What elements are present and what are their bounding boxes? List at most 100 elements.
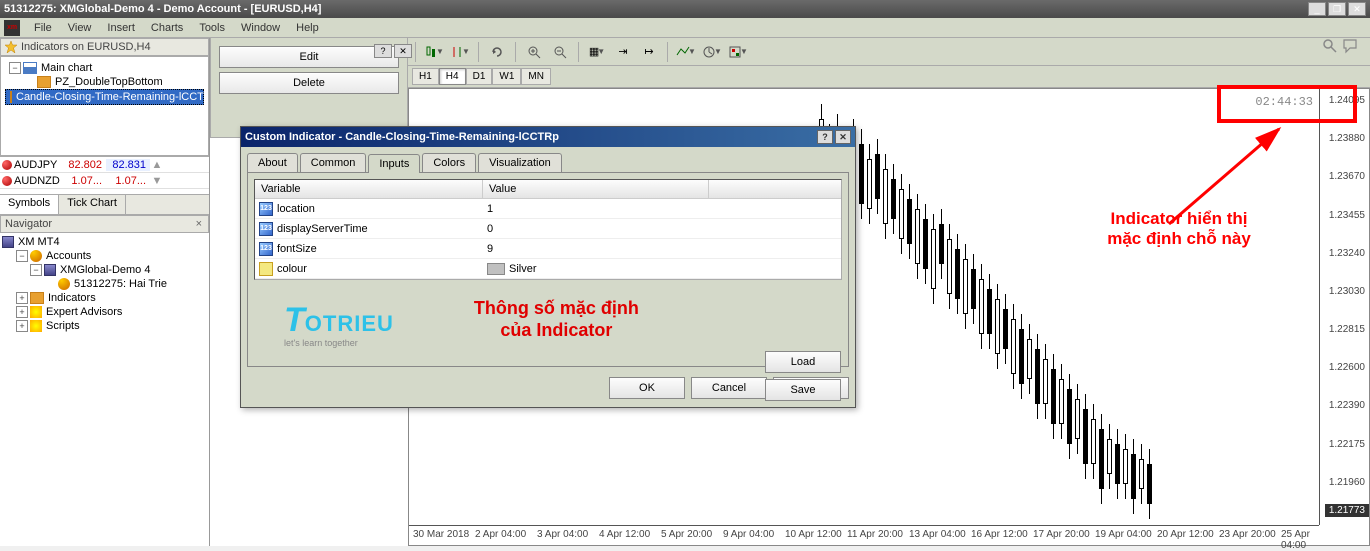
panel-close-button[interactable]: ✕ — [394, 44, 412, 58]
reset-icon[interactable] — [486, 41, 508, 63]
close-button[interactable]: ✕ — [1348, 2, 1366, 16]
symbol-flag-icon — [2, 160, 12, 170]
tf-w1[interactable]: W1 — [492, 68, 521, 85]
tree-indicator-item-selected[interactable]: Candle-Closing-Time-Remaining-lCCTRp — [5, 89, 204, 105]
maximize-button[interactable]: ❐ — [1328, 2, 1346, 16]
time-tick: 5 Apr 20:00 — [661, 529, 712, 540]
variable-row[interactable]: 123fontSize9 — [255, 239, 841, 259]
time-tick: 25 Apr 04:00 — [1281, 529, 1319, 551]
tree-indicator-item[interactable]: PZ_DoubleTopBottom — [5, 75, 204, 89]
menu-help[interactable]: Help — [288, 20, 327, 36]
menu-file[interactable]: File — [26, 20, 60, 36]
shift-icon[interactable]: ↦ — [638, 41, 660, 63]
price-tick: 1.22600 — [1329, 362, 1365, 373]
time-tick: 30 Mar 2018 — [413, 529, 469, 540]
indicators-icon[interactable]: ▼ — [675, 41, 697, 63]
price-tick: 1.23880 — [1329, 133, 1365, 144]
expand-icon[interactable]: + — [16, 320, 28, 332]
panel-close-icon[interactable]: × — [194, 218, 204, 230]
menu-window[interactable]: Window — [233, 20, 288, 36]
collapse-icon[interactable]: − — [9, 62, 21, 74]
fx-icon — [37, 76, 51, 88]
tab-common[interactable]: Common — [300, 153, 367, 172]
nav-expert-advisors[interactable]: + Expert Advisors — [2, 305, 207, 319]
scroll-up-icon[interactable]: ▲ — [150, 159, 164, 171]
variables-table: Variable Value 123location1123displaySer… — [254, 179, 842, 280]
tab-visualization[interactable]: Visualization — [478, 153, 562, 172]
dialog-close-button[interactable]: ✕ — [835, 130, 851, 144]
nav-account[interactable]: 51312275: Hai Trie — [2, 277, 207, 291]
tab-tick-chart[interactable]: Tick Chart — [59, 195, 126, 214]
tab-colors[interactable]: Colors — [422, 153, 476, 172]
nav-server[interactable]: − XMGlobal-Demo 4 — [2, 263, 207, 277]
time-tick: 4 Apr 12:00 — [599, 529, 650, 540]
scroll-end-icon[interactable]: ⇥ — [612, 41, 634, 63]
time-tick: 3 Apr 04:00 — [537, 529, 588, 540]
time-tick: 2 Apr 04:00 — [475, 529, 526, 540]
edit-button[interactable]: Edit — [219, 46, 399, 68]
tf-d1[interactable]: D1 — [466, 68, 493, 85]
col-variable[interactable]: Variable — [255, 180, 483, 198]
number-type-icon: 123 — [259, 242, 273, 256]
zoom-out-icon[interactable] — [549, 41, 571, 63]
time-tick: 19 Apr 04:00 — [1095, 529, 1152, 540]
server-icon — [44, 264, 56, 276]
candlestick-icon[interactable]: ▼ — [423, 41, 445, 63]
collapse-icon[interactable]: − — [30, 264, 42, 276]
app-icon: xm — [4, 20, 20, 36]
menu-tools[interactable]: Tools — [191, 20, 233, 36]
save-button[interactable]: Save — [765, 379, 841, 401]
panel-help-button[interactable]: ? — [374, 44, 392, 58]
dialog-help-button[interactable]: ? — [817, 130, 833, 144]
menu-view[interactable]: View — [60, 20, 100, 36]
accounts-icon — [30, 250, 42, 262]
nav-scripts[interactable]: + Scripts — [2, 319, 207, 333]
scroll-down-icon[interactable]: ▼ — [150, 175, 164, 187]
menu-insert[interactable]: Insert — [99, 20, 143, 36]
market-row[interactable]: AUDNZD 1.07... 1.07... ▼ — [0, 173, 209, 189]
tf-h1[interactable]: H1 — [412, 68, 439, 85]
tab-inputs[interactable]: Inputs — [368, 154, 420, 173]
delete-button[interactable]: Delete — [219, 72, 399, 94]
load-button[interactable]: Load — [765, 351, 841, 373]
indicators-panel-header: Indicators on EURUSD,H4 — [0, 38, 209, 56]
time-tick: 17 Apr 20:00 — [1033, 529, 1090, 540]
dialog-titlebar[interactable]: Custom Indicator - Candle-Closing-Time-R… — [241, 127, 855, 147]
bar-icon[interactable]: ▼ — [449, 41, 471, 63]
time-tick: 10 Apr 12:00 — [785, 529, 842, 540]
server-icon — [2, 236, 14, 248]
zoom-in-icon[interactable] — [523, 41, 545, 63]
price-tick: 1.22175 — [1329, 439, 1365, 450]
grid-icon[interactable]: ▦▼ — [586, 41, 608, 63]
sparkle-icon — [30, 306, 42, 318]
cancel-button[interactable]: Cancel — [691, 377, 767, 399]
chart-icon — [23, 62, 37, 74]
expand-icon[interactable]: + — [16, 306, 28, 318]
collapse-icon[interactable]: − — [16, 250, 28, 262]
chat-icon[interactable] — [1342, 38, 1358, 54]
variable-row[interactable]: colourSilver — [255, 259, 841, 279]
ok-button[interactable]: OK — [609, 377, 685, 399]
nav-indicators[interactable]: + Indicators — [2, 291, 207, 305]
time-tick: 11 Apr 20:00 — [847, 529, 903, 540]
nav-root[interactable]: XM MT4 — [2, 235, 207, 249]
tf-h4[interactable]: H4 — [439, 68, 466, 85]
tab-about[interactable]: About — [247, 153, 298, 172]
tf-mn[interactable]: MN — [521, 68, 551, 85]
variable-row[interactable]: 123displayServerTime0 — [255, 219, 841, 239]
market-row[interactable]: AUDJPY 82.802 82.831 ▲ — [0, 157, 209, 173]
chart-toolbar: ▼ ▼ ▦▼ ⇥ ↦ ▼ ▼ ▼ — [408, 38, 1370, 66]
expand-icon[interactable]: + — [16, 292, 28, 304]
template-icon[interactable]: ▼ — [727, 41, 749, 63]
minimize-button[interactable]: _ — [1308, 2, 1326, 16]
nav-accounts[interactable]: − Accounts — [2, 249, 207, 263]
col-value[interactable]: Value — [483, 180, 709, 198]
tab-symbols[interactable]: Symbols — [0, 195, 59, 214]
menu-charts[interactable]: Charts — [143, 20, 191, 36]
tree-main-chart[interactable]: − Main chart — [5, 61, 204, 75]
periodicity-icon[interactable]: ▼ — [701, 41, 723, 63]
price-tick: 1.23030 — [1329, 286, 1365, 297]
star-icon — [5, 41, 17, 53]
variable-row[interactable]: 123location1 — [255, 199, 841, 219]
search-icon[interactable] — [1322, 38, 1338, 54]
